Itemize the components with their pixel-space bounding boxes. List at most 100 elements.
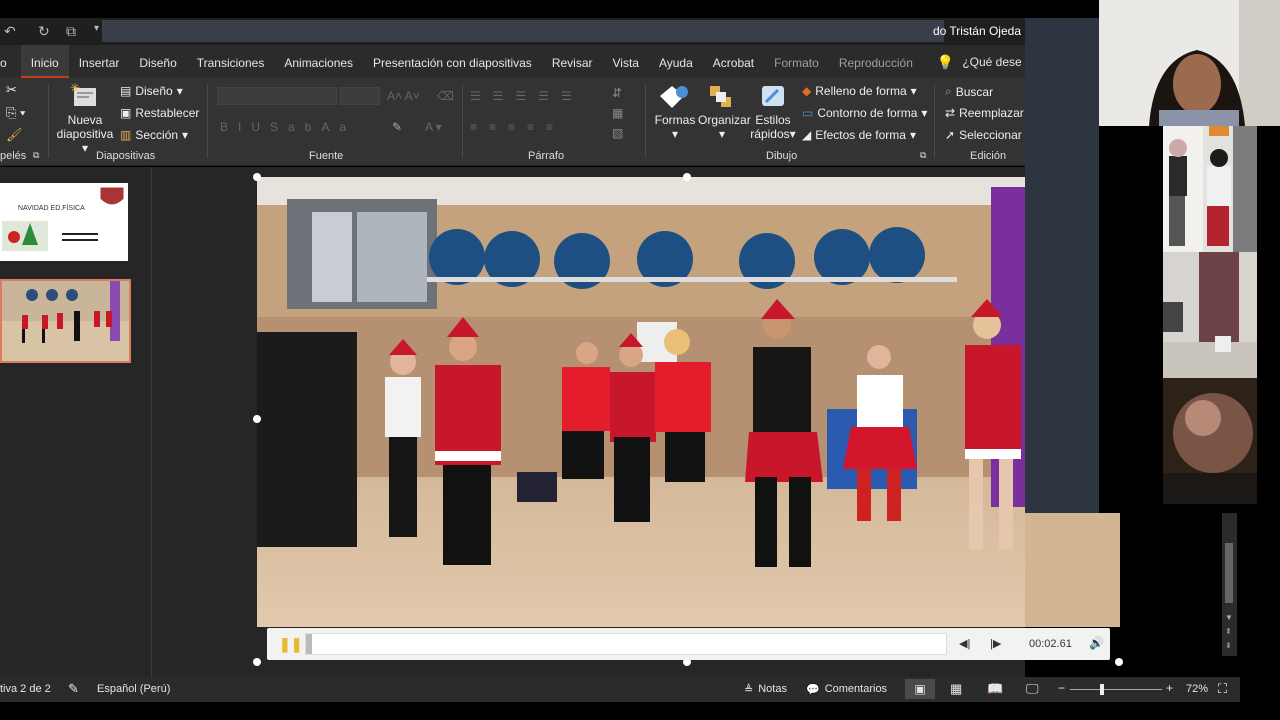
tab-animaciones[interactable]: Animaciones — [274, 45, 363, 78]
new-slide-label2: diapositiva — [56, 127, 114, 141]
participant-video-2[interactable] — [1163, 126, 1257, 252]
font-color-icon[interactable]: A ▾ — [425, 120, 442, 134]
text-direction-icon[interactable]: ⇵ — [612, 86, 622, 100]
tab-ayuda[interactable]: Ayuda — [649, 45, 703, 78]
new-slide-icon: ✳ — [70, 81, 96, 106]
shape-fill-button[interactable]: ◆ Relleno de forma ▾ — [802, 84, 917, 98]
find-label: Buscar — [955, 84, 994, 99]
skip-forward-icon[interactable]: |▶ — [990, 637, 1001, 650]
separator — [207, 84, 208, 158]
font-size-box[interactable] — [340, 87, 380, 105]
zoom-slider-thumb[interactable] — [1100, 684, 1104, 695]
smartart-icon[interactable]: ▧ — [612, 126, 623, 140]
tab-formato[interactable]: Formato — [764, 45, 829, 78]
tell-me-search[interactable]: 💡 ¿Qué dese — [923, 45, 1032, 78]
copy-icon[interactable]: ⎘ ▾ — [6, 105, 25, 121]
tab-revisar[interactable]: Revisar — [542, 45, 603, 78]
comment-icon: 💬 — [806, 684, 820, 696]
vertical-scrollbar[interactable]: ▼ ⇞ ⇟ — [1222, 513, 1237, 656]
section-button[interactable]: ▥ Sección ▾ — [120, 128, 188, 142]
tab-vista[interactable]: Vista — [603, 45, 649, 78]
tab-diseno[interactable]: Diseño — [129, 45, 186, 78]
drawing-launcher-icon[interactable]: ⧉ — [920, 150, 926, 161]
skip-back-icon[interactable]: ◀| — [959, 637, 970, 650]
group-label-editing: Edición — [970, 150, 1007, 162]
document-title-area — [102, 20, 944, 42]
new-slide-button[interactable]: ✳ Nueva diapositiva ▾ — [56, 81, 114, 155]
tab-reproduccion[interactable]: Reproducción — [829, 45, 923, 78]
zoom-out-icon[interactable]: − — [1058, 681, 1065, 695]
tab-insertar[interactable]: Insertar — [69, 45, 130, 78]
slide-thumbnail-1[interactable]: NAVIDAD ED.FÍSICA — [0, 183, 128, 261]
slide-sorter-icon[interactable]: ▦ — [950, 681, 962, 697]
reading-view-icon[interactable]: 📖 — [987, 681, 1003, 697]
shape-effects-button[interactable]: ◢ Efectos de forma ▾ — [802, 128, 916, 142]
customize-toolbar-icon[interactable]: ▾ — [94, 23, 99, 34]
pause-icon[interactable]: ❚❚ — [279, 636, 302, 653]
volume-icon[interactable]: 🔊 — [1089, 636, 1104, 650]
separator — [934, 84, 935, 158]
arrange-button[interactable]: Organizar ▾ — [698, 84, 751, 141]
find-button[interactable]: ⌕ Buscar — [945, 84, 993, 99]
replace-button[interactable]: ⇄ Reemplazar — [945, 106, 1024, 120]
participant-1-frame — [1099, 0, 1280, 126]
zoom-in-icon[interactable]: + — [1166, 681, 1173, 695]
clear-format-icon[interactable]: ⌫ — [437, 89, 454, 103]
separator — [462, 84, 463, 158]
quick-styles-label: Estilos — [755, 113, 791, 127]
zoom-level[interactable]: 72% — [1186, 683, 1208, 695]
layout-button[interactable]: ▤ Diseño ▾ — [120, 84, 183, 98]
slideshow-icon[interactable]: 🖵 — [1026, 681, 1039, 697]
bullets-icon[interactable]: ☰☰☰☰☰ — [470, 89, 584, 103]
redo-icon[interactable]: ↻ — [38, 23, 50, 40]
notes-button[interactable]: ≜ Notas — [744, 683, 787, 696]
language-indicator[interactable]: Español (Perú) — [97, 683, 170, 695]
align-text-icon[interactable]: ▦ — [612, 106, 623, 120]
previous-slide-icon[interactable]: ⇞ — [1225, 627, 1232, 636]
resize-handle[interactable] — [253, 415, 261, 423]
font-name-box[interactable] — [217, 87, 337, 105]
group-label-paragraph: Párrafo — [528, 150, 565, 162]
resize-handle[interactable] — [683, 173, 691, 181]
spellcheck-icon[interactable]: ✎ — [68, 681, 79, 697]
shape-outline-button[interactable]: ▭ Contorno de forma ▾ — [802, 106, 927, 120]
font-size-up-icon[interactable]: A˄ A˅ — [387, 89, 420, 103]
scrollbar-thumb[interactable] — [1225, 543, 1233, 603]
fit-to-window-icon[interactable]: ⛶ — [1218, 681, 1227, 697]
participant-video-3[interactable] — [1163, 252, 1257, 378]
start-from-beginning-icon[interactable]: ⧉ — [66, 23, 76, 40]
slide-thumbnail-2[interactable] — [0, 279, 131, 363]
shapes-button[interactable]: Formas ▾ — [654, 84, 696, 141]
reset-button[interactable]: ▣ Restablecer — [120, 106, 199, 120]
resize-handle[interactable] — [253, 658, 261, 666]
tab-presentacion[interactable]: Presentación con diapositivas — [363, 45, 542, 78]
participant-video-4[interactable] — [1163, 378, 1257, 504]
cut-icon[interactable]: ✂ — [6, 82, 17, 98]
align-icon[interactable]: ≡≡≡≡≡ — [470, 120, 565, 134]
normal-view-icon[interactable]: ▣ — [905, 679, 935, 699]
notes-label: Notas — [758, 683, 787, 695]
font-styles-icon[interactable]: BIUSabAa — [220, 120, 356, 134]
tab-acrobat[interactable]: Acrobat — [703, 45, 764, 78]
next-slide-icon[interactable]: ⇟ — [1225, 641, 1232, 650]
resize-handle[interactable] — [253, 173, 261, 181]
launcher-icon[interactable]: ⧉ — [33, 150, 39, 161]
pen-icon: ▭ — [802, 106, 814, 120]
tab-transiciones[interactable]: Transiciones — [187, 45, 275, 78]
embedded-video[interactable] — [257, 177, 1025, 627]
resize-handle[interactable] — [1115, 658, 1123, 666]
seek-bar[interactable] — [305, 633, 947, 655]
quick-styles-button[interactable]: Estilos rápidos▾ — [749, 84, 797, 141]
format-painter-icon[interactable]: 🖌 — [6, 127, 23, 143]
participant-video-1[interactable] — [1099, 0, 1280, 126]
comments-button[interactable]: 💬 Comentarios — [806, 683, 887, 696]
tab-file[interactable]: o — [0, 45, 21, 78]
undo-icon[interactable]: ↶ — [4, 23, 16, 40]
tab-inicio[interactable]: Inicio — [20, 45, 69, 78]
thumbnail-art — [2, 186, 125, 251]
user-name[interactable]: do Tristán Ojeda — [933, 24, 1021, 38]
zoom-slider[interactable] — [1070, 689, 1162, 690]
highlight-icon[interactable]: ✎ — [392, 120, 402, 134]
scroll-down-icon[interactable]: ▼ — [1225, 613, 1233, 622]
select-button[interactable]: ➚Seleccionar▾ — [945, 128, 1032, 142]
